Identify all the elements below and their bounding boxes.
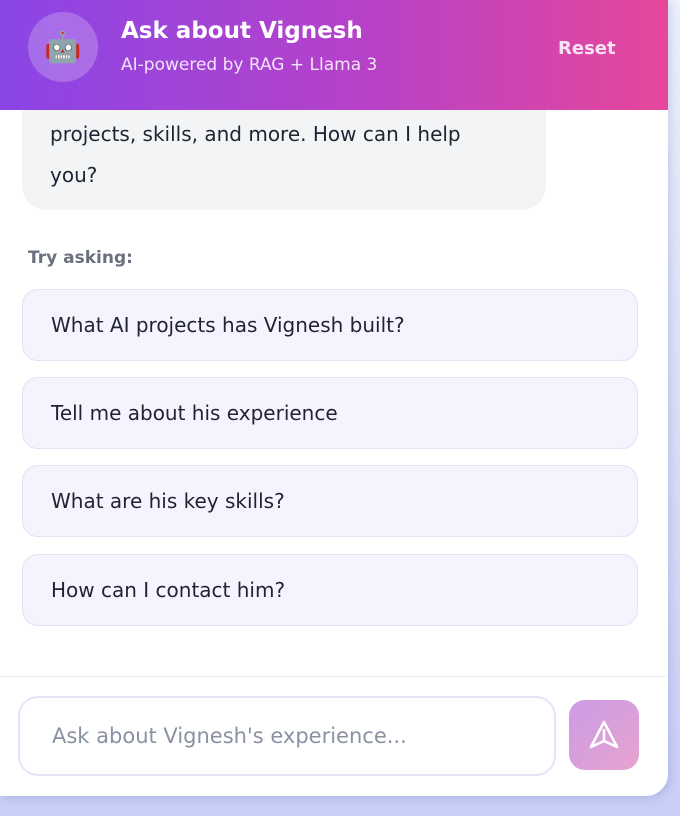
suggestion-key-skills[interactable]: What are his key skills? <box>22 465 638 537</box>
suggestion-ai-projects[interactable]: What AI projects has Vignesh built? <box>22 289 638 361</box>
chat-header: 🤖 Ask about Vignesh AI-powered by RAG + … <box>0 0 668 110</box>
suggestion-experience[interactable]: Tell me about his experience <box>22 377 638 449</box>
chat-subtitle: AI-powered by RAG + Llama 3 <box>121 55 378 75</box>
send-icon <box>589 720 619 749</box>
reset-button[interactable]: Reset <box>548 34 626 63</box>
bot-avatar: 🤖 <box>28 12 98 82</box>
chat-panel: 🤖 Ask about Vignesh AI-powered by RAG + … <box>0 0 668 796</box>
composer-divider <box>0 676 668 677</box>
bot-message-line: you? <box>50 163 98 187</box>
bot-message-line: projects, skills, and more. How can I he… <box>50 122 461 146</box>
suggestion-contact[interactable]: How can I contact him? <box>22 554 638 626</box>
robot-icon: 🤖 <box>44 29 82 65</box>
send-button[interactable] <box>569 700 639 770</box>
suggestions-heading: Try asking: <box>28 248 133 268</box>
chat-title: Ask about Vignesh <box>121 18 363 44</box>
message-input[interactable] <box>18 696 556 776</box>
bot-message: projects, skills, and more. How can I he… <box>22 100 546 210</box>
